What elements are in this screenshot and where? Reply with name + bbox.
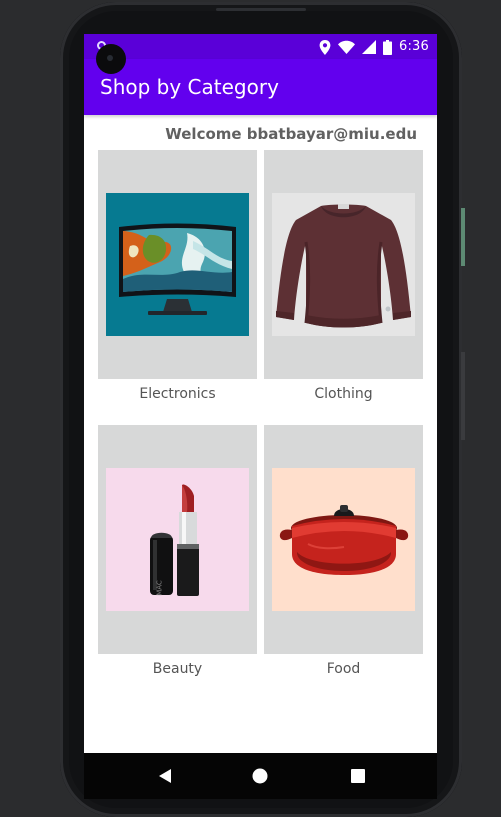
status-icons: 6:36 <box>319 38 429 56</box>
signal-icon <box>362 40 376 54</box>
category-label-food[interactable]: Food <box>264 659 423 679</box>
home-button[interactable] <box>251 767 269 785</box>
category-label-clothing[interactable]: Clothing <box>264 384 423 404</box>
svg-text:MAC: MAC <box>156 580 164 596</box>
category-card-clothing[interactable]: Clothing <box>264 150 423 410</box>
cooking-pot-icon <box>272 468 415 611</box>
speaker-grille <box>216 8 306 11</box>
camera-icon <box>96 44 126 74</box>
location-icon <box>319 39 331 55</box>
sweatshirt-icon <box>272 193 415 336</box>
home-icon <box>252 768 268 784</box>
category-image-container[interactable]: MAC <box>98 425 257 654</box>
category-card-beauty[interactable]: MAC Beauty <box>98 425 257 685</box>
category-image-container[interactable] <box>264 150 423 379</box>
welcome-message: Welcome bbatbayar@miu.edu <box>165 125 417 143</box>
category-card-food[interactable]: Food <box>264 425 423 685</box>
lipstick-icon: MAC <box>106 468 249 611</box>
battery-icon <box>383 39 392 55</box>
category-image-container[interactable] <box>98 150 257 379</box>
back-icon <box>159 769 171 783</box>
back-button[interactable] <box>156 767 174 785</box>
television-icon <box>106 193 249 336</box>
category-label-beauty[interactable]: Beauty <box>98 659 257 679</box>
food-image[interactable] <box>272 468 415 611</box>
recent-apps-button[interactable] <box>349 767 367 785</box>
recent-apps-icon <box>351 769 365 783</box>
category-label-electronics[interactable]: Electronics <box>98 384 257 404</box>
power-button <box>461 352 465 440</box>
category-card-electronics[interactable]: Electronics <box>98 150 257 410</box>
status-bar: 6:36 <box>84 34 437 59</box>
wifi-icon <box>338 40 355 54</box>
category-image-container[interactable] <box>264 425 423 654</box>
app-screen: 6:36 Shop by Category Welcome bbatbayar@… <box>84 34 437 753</box>
clothing-image[interactable] <box>272 193 415 336</box>
page-title: Shop by Category <box>100 75 279 99</box>
volume-button <box>461 208 465 266</box>
electronics-image[interactable] <box>106 193 249 336</box>
app-bar: Shop by Category <box>84 59 437 115</box>
status-time: 6:36 <box>399 39 429 54</box>
navigation-bar <box>84 753 437 799</box>
beauty-image[interactable]: MAC <box>106 468 249 611</box>
